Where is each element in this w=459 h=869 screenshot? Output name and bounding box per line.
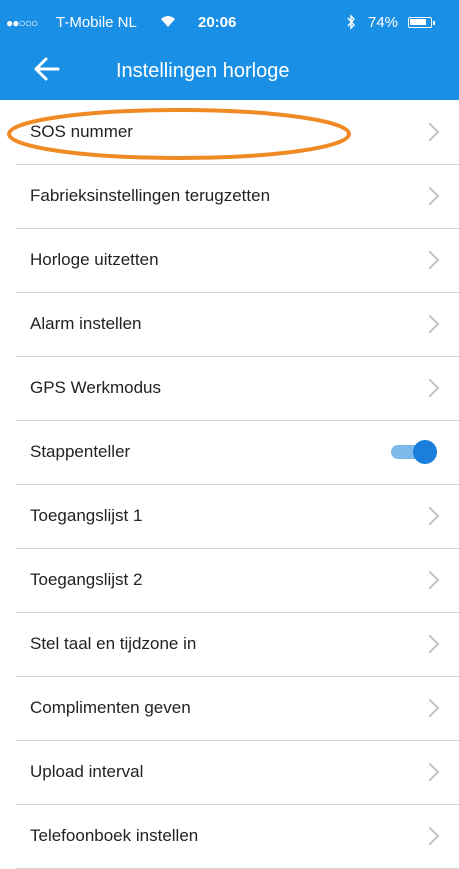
- settings-row[interactable]: Toegangslijst 1: [0, 484, 459, 549]
- status-time: 20:06: [198, 14, 237, 31]
- settings-row-label: Complimenten geven: [30, 698, 191, 717]
- settings-row[interactable]: Toegangslijst 2: [0, 548, 459, 613]
- carrier-name: T-Mobile NL: [56, 14, 137, 31]
- settings-row-label: Horloge uitzetten: [30, 250, 159, 269]
- chevron-right-icon: [427, 761, 441, 783]
- settings-row-label: Telefoonboek instellen: [30, 826, 199, 845]
- settings-row[interactable]: Horloge uitzetten: [0, 228, 459, 293]
- bluetooth-icon: [346, 14, 356, 34]
- settings-row-label: Upload interval: [30, 762, 144, 781]
- settings-row-label: SOS nummer: [30, 122, 133, 141]
- settings-row-label: GPS Werkmodus: [30, 378, 162, 397]
- chevron-right-icon: [427, 505, 441, 527]
- signal-strength: ●●○○○: [6, 16, 38, 30]
- chevron-right-icon: [427, 633, 441, 655]
- battery-icon: [408, 17, 435, 28]
- chevron-right-icon: [427, 825, 441, 847]
- wifi-icon: [160, 14, 176, 32]
- chevron-right-icon: [427, 185, 441, 207]
- settings-row-label: Stappenteller: [30, 442, 131, 461]
- app-header: ●●○○○ T-Mobile NL 20:06 74% Instellingen…: [0, 0, 459, 100]
- settings-row-label: Toegangslijst 1: [30, 506, 143, 525]
- settings-row-label: Toegangslijst 2: [30, 570, 143, 589]
- settings-row[interactable]: Telefoonboek instellen: [0, 804, 459, 869]
- settings-row[interactable]: Fabrieksinstellingen terugzetten: [0, 164, 459, 229]
- toggle-knob: [413, 440, 437, 464]
- settings-row-label: Fabrieksinstellingen terugzetten: [30, 186, 271, 205]
- settings-row[interactable]: Complimenten geven: [0, 676, 459, 741]
- settings-row[interactable]: GPS Werkmodus: [0, 356, 459, 421]
- settings-row[interactable]: Stel taal en tijdzone in: [0, 612, 459, 677]
- settings-row[interactable]: SOS nummer: [0, 100, 459, 165]
- settings-row[interactable]: Alarm instellen: [0, 292, 459, 357]
- settings-list: SOS nummer Fabrieksinstellingen terugzett…: [0, 100, 459, 869]
- chevron-right-icon: [427, 697, 441, 719]
- settings-row-label: Alarm instellen: [30, 314, 142, 333]
- settings-row[interactable]: Upload interval: [0, 740, 459, 805]
- battery-percent: 74%: [368, 14, 399, 31]
- chevron-right-icon: [427, 569, 441, 591]
- status-bar: ●●○○○ T-Mobile NL 20:06 74%: [0, 0, 459, 44]
- chevron-right-icon: [427, 313, 441, 335]
- settings-row[interactable]: Stappenteller: [0, 420, 459, 485]
- chevron-right-icon: [427, 377, 441, 399]
- settings-row-label: Stel taal en tijdzone in: [30, 634, 197, 653]
- stappenteller-toggle[interactable]: [391, 440, 437, 464]
- back-arrow-icon[interactable]: [30, 52, 64, 86]
- page-title: Instellingen horloge: [116, 60, 290, 82]
- chevron-right-icon: [427, 121, 441, 143]
- chevron-right-icon: [427, 249, 441, 271]
